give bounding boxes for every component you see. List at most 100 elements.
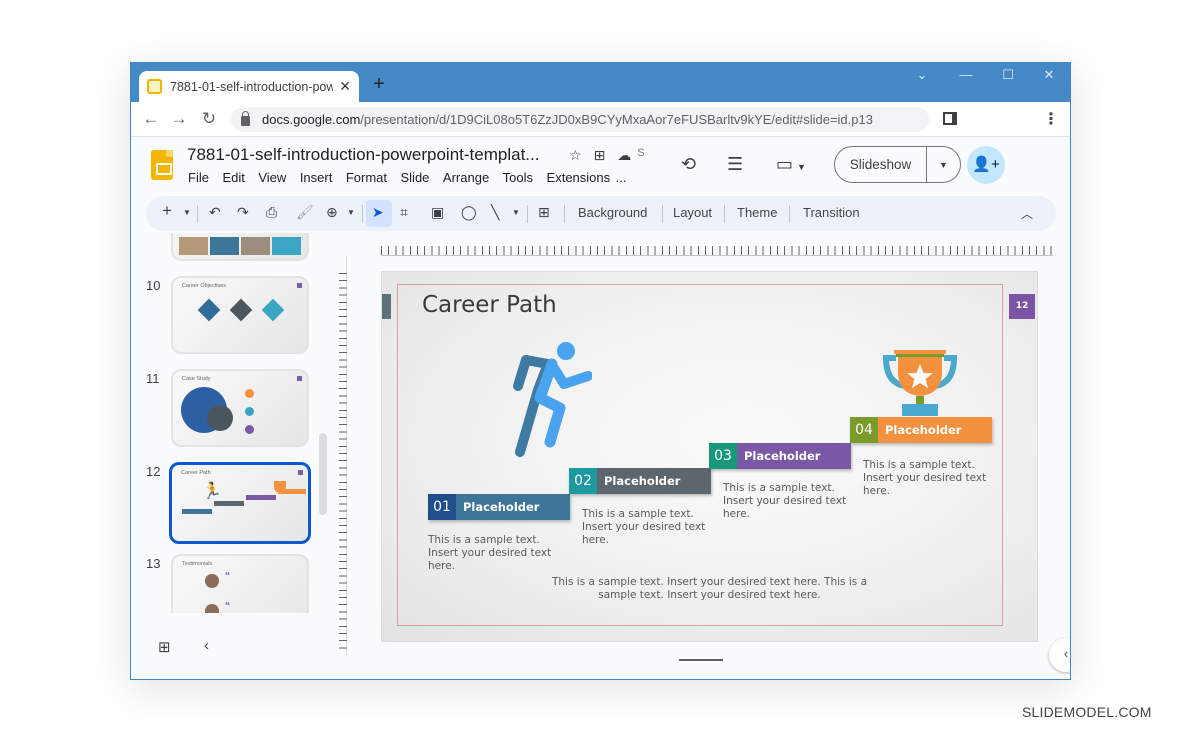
grid-view-icon[interactable]: ⊞ [158, 638, 171, 656]
menu-format[interactable]: Format [346, 170, 387, 185]
thumb-title: Career Path [181, 470, 211, 476]
menu-extensions[interactable]: Extensions [547, 170, 611, 185]
undo-icon[interactable]: ↶ [209, 204, 221, 221]
step-03[interactable]: 03 Placeholder [709, 443, 851, 469]
print-icon[interactable]: ⎙ [266, 204, 277, 221]
toolbar-divider [789, 205, 790, 223]
add-comment-icon[interactable]: ⊞ [538, 204, 550, 221]
text-box-icon[interactable]: ⌗ [400, 204, 408, 221]
comments-icon[interactable]: ☰ [727, 154, 743, 175]
new-tab-icon[interactable]: + [369, 73, 389, 96]
vertical-ruler[interactable] [339, 273, 347, 653]
thumb-tag [298, 470, 303, 475]
google-slides-logo-icon[interactable] [151, 150, 173, 180]
close-window-icon[interactable]: ✕ [1034, 67, 1064, 83]
speaker-notes-resize-handle[interactable] [679, 659, 723, 661]
browser-tab[interactable]: 7881-01-self-introduction-powerpoint-tem… [139, 71, 359, 102]
reload-icon[interactable]: ↻ [199, 109, 219, 129]
step-04-description[interactable]: This is a sample text. Insert your desir… [863, 459, 993, 498]
toolbar-divider [724, 205, 725, 223]
menu-edit[interactable]: Edit [222, 170, 244, 185]
share-add-person-icon[interactable]: 👤+ [967, 146, 1005, 184]
cloud-saved-icon[interactable]: ☁ [617, 147, 631, 164]
slide-title[interactable]: Career Path [422, 292, 557, 318]
select-cursor-icon[interactable]: ➤ [372, 204, 384, 221]
maximize-icon[interactable]: ☐ [993, 67, 1023, 83]
step-label: Placeholder [737, 443, 851, 469]
line-dropdown-icon[interactable]: ▼ [512, 208, 520, 217]
side-panel-icon[interactable] [943, 112, 957, 125]
slide-border [397, 284, 1003, 626]
menu-arrange[interactable]: Arrange [443, 170, 489, 185]
url-input[interactable]: docs.google.com/presentation/d/1D9CiL08o… [231, 107, 929, 132]
filmstrip-footer: ⊞ ‹ [131, 618, 331, 673]
step-number: 04 [850, 417, 878, 443]
transition-button[interactable]: Transition [803, 205, 860, 220]
menu-insert[interactable]: Insert [300, 170, 333, 185]
step-02-description[interactable]: This is a sample text. Insert your desir… [582, 508, 712, 547]
thumb-title: Career Objectives [182, 283, 227, 289]
document-title[interactable]: 7881-01-self-introduction-powerpoint-tem… [187, 145, 539, 165]
redo-icon[interactable]: ↷ [237, 204, 249, 221]
insert-image-icon[interactable]: ▣ [431, 204, 444, 221]
tab-search-icon[interactable]: ⌄ [907, 67, 937, 83]
slide-thumbnail-13[interactable]: Testimonials “ “ [171, 554, 309, 613]
new-slide-icon[interactable]: + [162, 201, 172, 221]
shape-icon[interactable]: ◯ [461, 204, 477, 221]
filmstrip-scrollbar[interactable] [319, 433, 327, 515]
toolbar-divider [527, 205, 528, 223]
runner-icon[interactable] [510, 342, 592, 457]
slide-thumbnail-10[interactable]: Career Objectives [171, 276, 309, 354]
slideshow-label[interactable]: Slideshow [835, 147, 927, 182]
thumb-title: Case Study [182, 376, 211, 382]
menu-slide[interactable]: Slide [401, 170, 430, 185]
toolbar-divider [362, 205, 363, 223]
step-03-description[interactable]: This is a sample text. Insert your desir… [723, 482, 853, 521]
step-02[interactable]: 02 Placeholder [569, 468, 711, 494]
move-folder-icon[interactable]: ⊞ [594, 147, 606, 164]
menu-more[interactable]: ... [616, 170, 627, 185]
trophy-icon[interactable] [882, 348, 958, 418]
save-status: S [637, 147, 645, 159]
zoom-icon[interactable]: ⊕ [326, 204, 338, 221]
new-slide-dropdown-icon[interactable]: ▼ [183, 208, 191, 217]
menu-file[interactable]: File [188, 170, 209, 185]
thumb-tag [297, 283, 302, 288]
minimize-icon[interactable]: — [951, 67, 981, 82]
slideshow-button[interactable]: Slideshow ▼ [834, 146, 961, 183]
docs-header: 7881-01-self-introduction-powerpoint-tem… [131, 138, 1070, 193]
slideshow-dropdown-icon[interactable]: ▼ [927, 160, 960, 170]
theme-button[interactable]: Theme [737, 205, 777, 220]
zoom-dropdown-icon[interactable]: ▼ [347, 208, 355, 217]
collapse-filmstrip-icon[interactable]: ‹ [204, 637, 209, 654]
line-icon[interactable]: ╲ [491, 204, 499, 221]
forward-icon[interactable]: → [169, 109, 189, 129]
paint-format-icon[interactable]: 🖌 [296, 204, 314, 221]
watermark: SLIDEMODEL.COM [1022, 704, 1152, 720]
thumb-tag [297, 376, 302, 381]
slide-thumbnail-11[interactable]: Case Study [171, 369, 309, 447]
slide-number-12: 12 [146, 464, 161, 479]
close-tab-icon[interactable]: ✕ [339, 78, 351, 95]
back-icon[interactable]: ← [141, 109, 161, 129]
menu-view[interactable]: View [258, 170, 286, 185]
slide-thumbnail-9[interactable] [171, 233, 309, 261]
layout-button[interactable]: Layout [673, 205, 712, 220]
star-icon[interactable]: ☆ [569, 147, 582, 164]
meet-camera-icon[interactable]: ▭ ▼ [776, 154, 806, 175]
collapse-toolbar-icon[interactable]: ︿ [1021, 205, 1033, 222]
slide-canvas[interactable]: Career Path 12 01 Placeholder This is a … [382, 272, 1037, 641]
step-04[interactable]: 04 Placeholder [850, 417, 992, 443]
step-01[interactable]: 01 Placeholder [428, 494, 570, 520]
version-history-icon[interactable]: ⟲ [681, 154, 696, 175]
slide-footer-text[interactable]: This is a sample text. Insert your desir… [547, 576, 872, 602]
step-01-description[interactable]: This is a sample text. Insert your desir… [428, 534, 558, 573]
browser-titlebar: 7881-01-self-introduction-powerpoint-tem… [131, 63, 1070, 102]
browser-menu-icon[interactable]: ⋮ [1043, 109, 1059, 129]
step-label: Placeholder [878, 417, 992, 443]
horizontal-ruler[interactable] [381, 246, 1053, 256]
menu-tools[interactable]: Tools [503, 170, 533, 185]
step-label: Placeholder [597, 468, 711, 494]
slide-thumbnail-12[interactable]: Career Path 🏃 [169, 462, 311, 544]
background-button[interactable]: Background [578, 205, 647, 220]
